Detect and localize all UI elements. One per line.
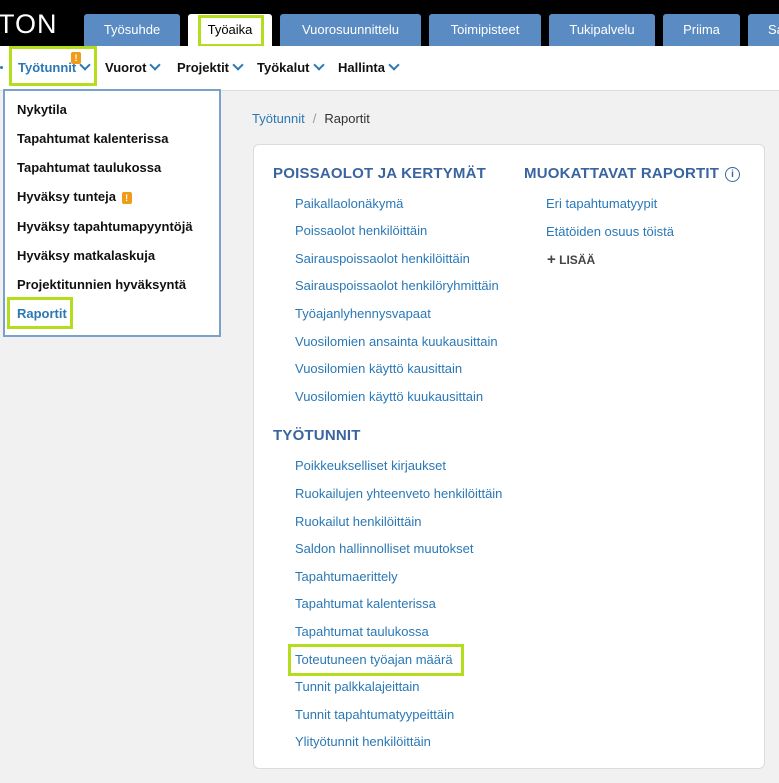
nav-prev-dot-icon: [0, 66, 3, 69]
report-link[interactable]: Ylityötunnit henkilöittäin: [295, 734, 431, 749]
section-title-tyotunnit: TYÖTUNNIT: [273, 427, 361, 444]
highlight-tab-tyoaika: [198, 15, 264, 47]
nav-item-projektit[interactable]: Projektit: [177, 46, 244, 90]
chevron-down-icon: [312, 59, 325, 71]
nav-item-hallinta[interactable]: Hallinta: [338, 46, 400, 90]
report-link[interactable]: Eri tapahtumatyypit: [546, 196, 657, 211]
chevron-down-icon: [149, 59, 162, 71]
report-link[interactable]: Tapahtumat taulukossa: [295, 624, 429, 639]
tab-toimipisteet[interactable]: Toimipisteet: [429, 14, 541, 46]
breadcrumb: Työtunnit / Raportit: [252, 111, 370, 126]
report-link[interactable]: Poissaolot henkilöittäin: [295, 223, 427, 238]
report-link[interactable]: Sairauspoissaolot henkilöryhmittäin: [295, 278, 499, 293]
chevron-down-icon: [388, 59, 400, 71]
menu-item-tapahtumat-kalenterissa[interactable]: Tapahtumat kalenterissa: [17, 131, 168, 146]
plus-icon: +: [547, 251, 556, 268]
breadcrumb-link-tyotunnit[interactable]: Työtunnit: [252, 111, 305, 126]
highlight-nav-tyotunnit: [9, 46, 97, 86]
chevron-down-icon: [232, 59, 244, 71]
report-link[interactable]: Paikallaolonäkymä: [295, 196, 403, 211]
nav-item-tyokalut[interactable]: Työkalut: [257, 46, 325, 90]
menu-item-tapahtumat-taulukossa[interactable]: Tapahtumat taulukossa: [17, 160, 161, 175]
report-link[interactable]: Tunnit tapahtumatyypeittäin: [295, 707, 454, 722]
highlight-report-toteutuneen: [288, 644, 464, 676]
report-link[interactable]: Vuosilomien käyttö kausittain: [295, 361, 462, 376]
report-link[interactable]: Tapahtumat kalenterissa: [295, 596, 436, 611]
report-link[interactable]: Työajanlyhennysvapaat: [295, 306, 431, 321]
menu-item-hyvaksy-tunteja[interactable]: Hyväksy tunteja !: [17, 189, 132, 204]
tab-sa[interactable]: Sa: [748, 14, 779, 46]
add-report-button[interactable]: + LISÄÄ: [547, 251, 595, 268]
info-icon[interactable]: i: [725, 167, 741, 182]
report-link[interactable]: Tunnit palkkalajeittain: [295, 679, 420, 694]
tab-tyosuhde[interactable]: Työsuhde: [84, 14, 180, 46]
report-link[interactable]: Poikkeukselliset kirjaukset: [295, 458, 446, 473]
report-link[interactable]: Vuosilomien ansainta kuukausittain: [295, 334, 498, 349]
breadcrumb-current: Raportit: [324, 111, 370, 126]
nav-item-vuorot[interactable]: Vuorot: [105, 46, 162, 90]
highlight-menu-raportit: [7, 297, 73, 329]
menu-item-nykytila[interactable]: Nykytila: [17, 102, 67, 117]
tab-vuorosuunnittelu[interactable]: Vuorosuunnittelu: [280, 14, 421, 46]
warning-badge-icon: !: [121, 192, 132, 204]
menu-item-projektitunnien-hyvaksynta[interactable]: Projektitunnien hyväksyntä: [17, 277, 186, 292]
report-link[interactable]: Tapahtumaerittely: [295, 569, 398, 584]
menu-item-hyvaksy-tapahtumapyyntoja[interactable]: Hyväksy tapahtumapyyntöjä: [17, 219, 193, 234]
menu-item-hyvaksy-matkalaskuja[interactable]: Hyväksy matkalaskuja: [17, 248, 155, 263]
tab-priima[interactable]: Priima: [663, 14, 740, 46]
tab-tukipalvelu[interactable]: Tukipalvelu: [549, 14, 655, 46]
report-link[interactable]: Sairauspoissaolot henkilöittäin: [295, 251, 470, 266]
report-link[interactable]: Ruokailut henkilöittäin: [295, 514, 421, 529]
secondary-nav: Työtunnit ! Vuorot Projektit Työkalut Ha…: [0, 46, 779, 91]
report-link[interactable]: Etätöiden osuus töistä: [546, 224, 674, 239]
app-logo: TON: [0, 9, 58, 39]
top-bar: TON Työsuhde Työaika Vuorosuunnittelu To…: [0, 0, 779, 46]
report-link[interactable]: Ruokailujen yhteenveto henkilöittäin: [295, 486, 502, 501]
section-title-poissaolot: POISSAOLOT JA KERTYMÄT: [273, 165, 487, 182]
report-link[interactable]: Vuosilomien käyttö kuukausittain: [295, 389, 483, 404]
breadcrumb-separator: /: [312, 111, 317, 126]
section-title-muokattavat: MUOKATTAVAT RAPORTIT i: [524, 165, 741, 183]
report-link[interactable]: Saldon hallinnolliset muutokset: [295, 541, 474, 556]
